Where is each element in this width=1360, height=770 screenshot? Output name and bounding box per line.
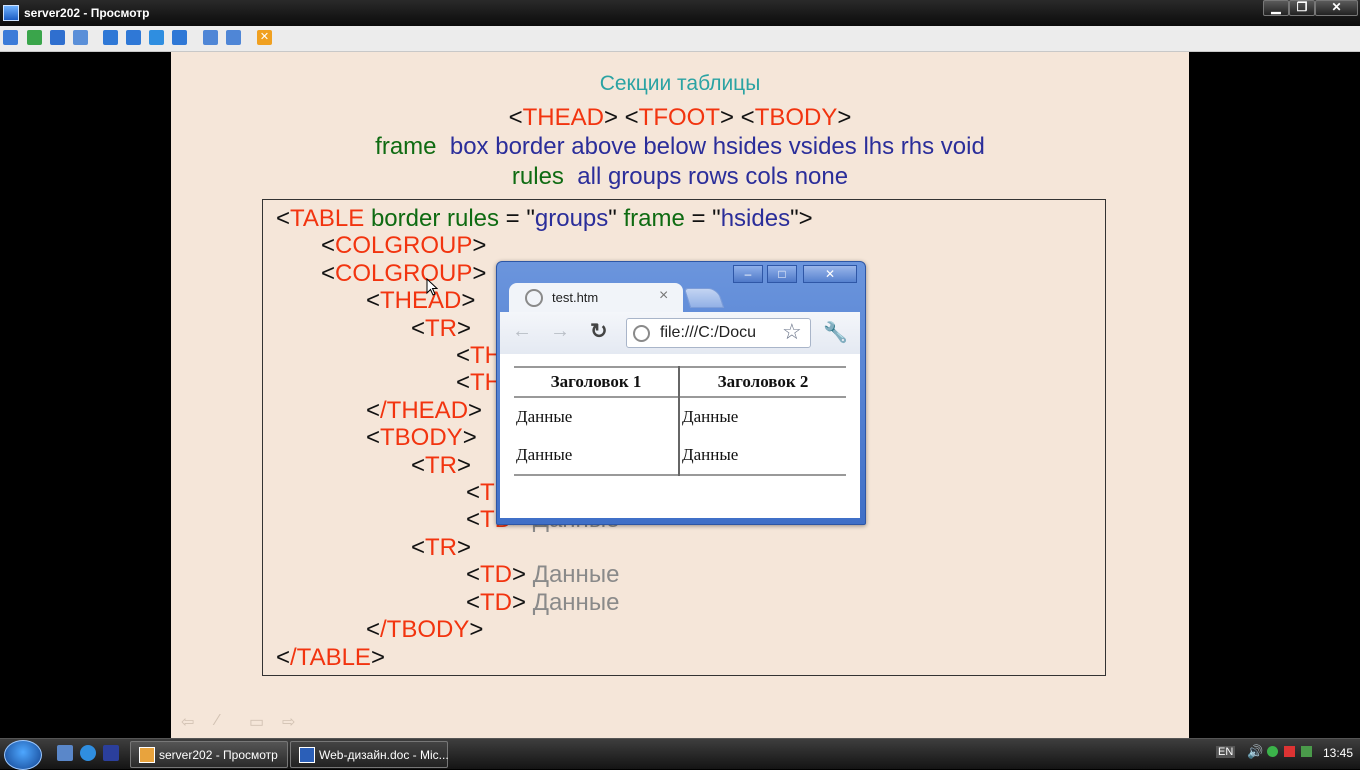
code-line-thead: <THEAD> [366,287,476,314]
browser-minimize-button[interactable]: – [733,265,763,283]
code-line-colgroup-2: <COLGROUP> [321,260,487,287]
code-line-tbody: <TBODY> [366,424,477,451]
code-line-close-tbody: </TBODY> [366,616,484,643]
table-row: Данные Данные [514,397,846,436]
code-line-table: <TABLE border rules = "groups" frame = "… [276,205,813,232]
slide-heading: Секции таблицы [599,72,761,95]
code-line-colgroup-1: <COLGROUP> [321,232,487,259]
task-word[interactable]: Web-дизайн.doc - Mic... [290,741,449,768]
code-line-close-table: </TABLE> [276,644,385,671]
window-title: server202 - Просмотр [24,6,150,20]
frame-values-line: frame box border above below hsides vsid… [375,133,985,160]
address-text[interactable]: file:///C:/Docu [660,324,756,342]
task-server202[interactable]: server202 - Просмотр [130,741,288,768]
refresh-icon[interactable] [27,30,42,45]
clock[interactable]: 13:45 [1323,746,1353,760]
security-icon[interactable] [1284,746,1295,757]
table-cell: Данные [682,445,739,464]
minimize-button[interactable]: ▁ [1263,0,1289,16]
back-icon[interactable]: ← [512,320,532,343]
network-icon[interactable] [1267,746,1278,757]
section-tags-line: <THEAD> <TFOOT> <TBODY> [508,104,852,131]
address-bar[interactable]: file:///C:/Docu ☆ [626,318,811,348]
tools-icon[interactable] [226,30,241,45]
forward-icon[interactable]: → [550,320,570,343]
browser-close-button[interactable]: ✕ [803,265,857,283]
browser-tab[interactable]: test.htm × [509,283,683,313]
tab-title: test.htm [552,290,599,305]
app-icon [3,5,19,21]
tab-close-icon[interactable]: × [659,287,668,305]
rendered-table: Заголовок 1 Заголовок 2 Данные Данные Да… [514,366,846,476]
taskbar: server202 - Просмотр Web-дизайн.doc - Mi… [0,738,1360,770]
pen-icon[interactable]: ⁄ [216,712,219,730]
code-line-tr-1: <TR> [411,315,472,342]
mouse-cursor-icon [426,278,438,296]
menu-icon[interactable]: ▭ [249,712,264,732]
viewer-app-icon [139,747,155,763]
code-line-tr-3: <TR> [411,534,472,561]
table-header-2: Заголовок 2 [717,372,809,391]
zoom-icon[interactable] [172,30,187,45]
internet-explorer-icon[interactable] [80,745,96,761]
browser-content: Заголовок 1 Заголовок 2 Данные Данные Да… [500,354,860,518]
close-icon[interactable]: ✕ [257,30,272,45]
rules-values-line: rules all groups rows cols none [511,163,849,190]
fit-icon[interactable] [126,30,141,45]
task-label: server202 - Просмотр [159,748,278,762]
chat-icon[interactable] [73,30,88,45]
show-desktop-icon[interactable] [57,745,73,761]
connection-icon[interactable] [1301,746,1312,757]
code-line-close-thead: </THEAD> [366,397,483,424]
code-line-td-4: <TD> Данные [466,589,620,616]
table-cell: Данные [682,407,739,426]
maximize-button[interactable]: ❐ [1289,0,1315,16]
phone-icon[interactable] [50,30,65,45]
wrench-icon[interactable]: 🔧 [823,320,848,345]
globe-icon [525,289,543,307]
viewer-toolbar: ✕ [0,26,1360,52]
window-icon[interactable] [103,30,118,45]
media-icon[interactable] [103,745,119,761]
browser-window: – □ ✕ test.htm × ← → ↻ file:///C:/Docu ☆… [496,261,866,525]
next-slide-icon[interactable]: ⇨ [282,712,295,732]
code-line-td-3: <TD> Данные [466,561,620,588]
fullscreen-icon[interactable] [149,30,164,45]
prev-slide-icon[interactable]: ⇦ [181,712,194,732]
volume-icon[interactable]: 🔊 [1247,744,1263,760]
table-cell: Данные [514,397,680,436]
bookmark-star-icon[interactable]: ☆ [782,319,802,345]
reload-icon[interactable]: ↻ [590,319,608,344]
table-row: Данные Данные [514,436,846,475]
start-button[interactable] [4,740,42,770]
new-tab-button[interactable] [683,288,725,308]
browser-maximize-button[interactable]: □ [767,265,797,283]
task-label: Web-дизайн.doc - Mic... [319,748,449,762]
copy-icon[interactable] [203,30,218,45]
code-line-tr-2: <TR> [411,452,472,479]
browser-nav-bar: ← → ↻ file:///C:/Docu ☆ 🔧 [500,312,860,354]
language-indicator[interactable]: EN [1216,746,1236,758]
table-cell: Данные [514,436,680,475]
page-globe-icon [633,325,650,342]
close-button[interactable]: ✕ [1315,0,1358,16]
monitor-icon[interactable] [3,30,18,45]
table-header-1: Заголовок 1 [514,367,680,397]
title-bar: server202 - Просмотр ▁ ❐ ✕ [0,0,1360,26]
word-icon [299,747,315,763]
